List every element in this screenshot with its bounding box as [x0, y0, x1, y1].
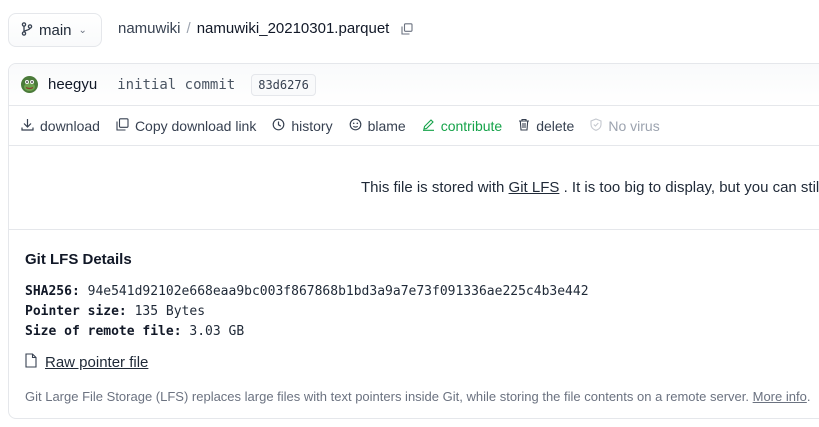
copy-download-link-label: Copy download link: [134, 117, 257, 134]
breadcrumb: namuwiki / namuwiki_20210301.parquet: [118, 20, 415, 37]
remote-size-label: Size of remote file:: [25, 324, 182, 339]
history-label: history: [291, 117, 333, 134]
branch-name: main: [39, 21, 72, 39]
pointer-size-row: Pointer size: 135 Bytes: [25, 302, 819, 322]
contribute-button[interactable]: contribute: [422, 118, 502, 134]
download-icon: [21, 118, 34, 134]
lfs-footnote-period: .: [806, 389, 811, 404]
remote-size-value: 3.03 GB: [189, 324, 245, 339]
pointer-size-value: 135 Bytes: [134, 304, 206, 319]
lfs-notice-prefix: This file is stored with: [361, 179, 509, 196]
commit-message[interactable]: initial commit: [117, 77, 235, 93]
sha256-value: 94e541d92102e668eaa9bc003f867868b1bd3a9a…: [87, 284, 589, 299]
branch-selector-button[interactable]: main ⌄: [8, 13, 102, 47]
blame-button[interactable]: blame: [349, 118, 406, 134]
copy-download-link-button[interactable]: Copy download link: [116, 118, 256, 134]
file-actions-bar: download Copy download link history blam…: [9, 106, 819, 146]
history-icon: [272, 118, 285, 134]
download-label: download: [40, 117, 100, 134]
copy-link-icon: [116, 117, 129, 134]
virus-scan-status: No virus: [590, 117, 660, 134]
lfs-notice: This file is stored with Git LFS . It is…: [9, 146, 819, 230]
avatar[interactable]: [21, 76, 38, 93]
chevron-down-icon: ⌄: [78, 24, 87, 36]
delete-button[interactable]: delete: [518, 118, 574, 134]
history-button[interactable]: history: [272, 117, 333, 134]
top-bar: main ⌄ namuwiki / namuwiki_20210301.parq…: [0, 0, 819, 62]
contribute-label: contribute: [440, 117, 503, 134]
commit-author[interactable]: heegyu: [48, 76, 97, 93]
download-button[interactable]: download: [21, 118, 100, 134]
git-lfs-link[interactable]: Git LFS: [509, 179, 560, 196]
git-lfs-details-title: Git LFS Details: [25, 251, 132, 268]
breadcrumb-separator: /: [186, 20, 191, 37]
sha256-label: SHA256:: [25, 284, 80, 299]
blame-icon: [349, 118, 362, 134]
file-panel: heegyu initial commit 83d6276 download C…: [8, 63, 819, 419]
git-lfs-details: Git LFS Details SHA256: 94e541d92102e668…: [25, 251, 819, 404]
raw-pointer-file-link[interactable]: Raw pointer file: [25, 353, 819, 372]
shield-icon: [590, 117, 602, 134]
blame-label: blame: [367, 117, 406, 134]
lfs-footnote-text: Git Large File Storage (LFS) replaces la…: [25, 389, 753, 404]
lfs-footnote: Git Large File Storage (LFS) replaces la…: [25, 389, 819, 404]
copy-icon[interactable]: [401, 22, 415, 36]
breadcrumb-repo-link[interactable]: namuwiki: [118, 20, 181, 37]
delete-label: delete: [536, 117, 575, 134]
sha256-row: SHA256: 94e541d92102e668eaa9bc003f867868…: [25, 282, 819, 302]
last-commit-row: heegyu initial commit 83d6276: [9, 64, 819, 106]
no-virus-label: No virus: [608, 117, 660, 134]
more-info-link[interactable]: More info: [753, 389, 807, 404]
branch-icon: [21, 21, 33, 39]
pointer-size-label: Pointer size:: [25, 304, 127, 319]
breadcrumb-file-name: namuwiki_20210301.parquet: [196, 20, 390, 37]
file-icon: [25, 353, 37, 372]
raw-pointer-file-label: Raw pointer file: [45, 354, 149, 371]
remote-size-row: Size of remote file: 3.03 GB: [25, 322, 819, 342]
lfs-notice-text: This file is stored with Git LFS . It is…: [361, 179, 819, 196]
pencil-icon: [422, 118, 435, 134]
commit-hash-badge[interactable]: 83d6276: [251, 73, 316, 96]
trash-icon: [518, 118, 530, 134]
lfs-notice-suffix: . It is too big to display, but you can …: [559, 179, 819, 196]
